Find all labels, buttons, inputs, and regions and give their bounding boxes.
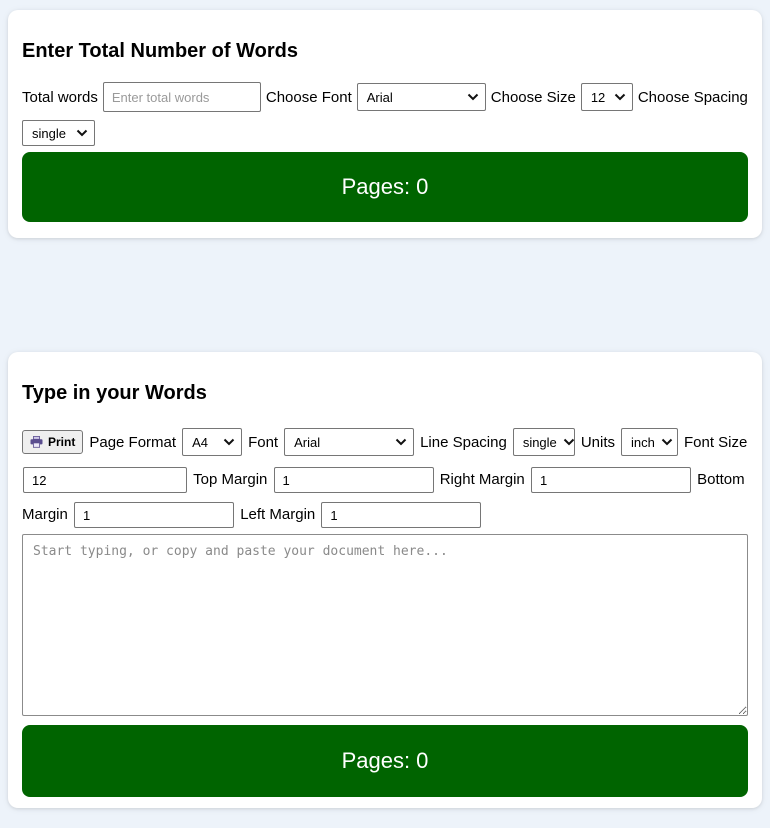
chevron-down-icon <box>467 93 478 101</box>
line-spacing-label: Line Spacing <box>420 433 507 451</box>
line-spacing-select-value: single <box>522 434 557 450</box>
size-select[interactable]: 12 <box>580 83 633 111</box>
pages-result-text: Pages: 0 <box>341 174 429 199</box>
font-select[interactable]: Arial <box>356 83 486 111</box>
type-words-card-title: Type in your Words <box>22 382 207 404</box>
font-size-label: Font Size <box>684 433 748 451</box>
line-spacing-select[interactable]: single <box>512 428 575 456</box>
choose-spacing-label: Choose Spacing <box>637 88 748 106</box>
spacing-select[interactable]: single <box>22 120 95 146</box>
word-count-card-title: Enter Total Number of Words <box>22 40 298 62</box>
page-format-select-value: A4 <box>192 434 208 450</box>
units-select[interactable]: inch <box>621 428 678 456</box>
units-select-value: inch <box>631 434 655 450</box>
choose-size-label: Choose Size <box>490 88 576 106</box>
font-select-value: Arial <box>366 89 393 105</box>
right-margin-input[interactable] <box>530 467 691 494</box>
print-button-label: Print <box>48 435 76 449</box>
type-words-card: Type in your Words Print Page Format A4 … <box>8 352 762 808</box>
bottom-margin-input[interactable] <box>74 502 235 529</box>
chevron-down-icon <box>76 129 88 137</box>
choose-font-label: Choose Font <box>265 88 352 106</box>
printer-icon <box>30 436 43 448</box>
page-format-label: Page Format <box>89 433 177 451</box>
left-margin-label: Left Margin <box>240 506 316 523</box>
pages-result-text: Pages: 0 <box>341 748 429 773</box>
pages-result-banner: Pages: 0 <box>22 725 748 797</box>
left-margin-input[interactable] <box>321 502 482 529</box>
chevron-down-icon <box>614 93 626 101</box>
spacing-select-row: single <box>22 120 748 146</box>
chevron-down-icon <box>563 438 574 446</box>
page-format-select[interactable]: A4 <box>182 428 243 456</box>
total-words-label: Total words <box>22 88 98 106</box>
chevron-down-icon <box>395 438 407 446</box>
font-size-input[interactable] <box>23 467 187 494</box>
document-textarea[interactable] <box>22 534 748 716</box>
chevron-down-icon <box>223 438 235 446</box>
margins-controls-flow: Top Margin Right Margin Bottom Margin Le… <box>22 462 748 532</box>
spacing-select-value: single <box>32 125 66 141</box>
document-settings-row: Print Page Format A4 Font Arial Line Spa… <box>22 428 748 456</box>
document-font-select[interactable]: Arial <box>284 428 415 456</box>
top-margin-label: Top Margin <box>193 471 268 488</box>
pages-result-banner: Pages: 0 <box>22 152 748 222</box>
right-margin-label: Right Margin <box>439 471 525 488</box>
top-margin-input[interactable] <box>273 467 434 494</box>
word-count-controls-row: Total words Choose Font Arial Choose Siz… <box>22 82 748 112</box>
size-select-value: 12 <box>590 89 606 105</box>
font-label: Font <box>248 433 279 451</box>
word-count-calculator-card: Enter Total Number of Words Total words … <box>8 10 762 238</box>
document-font-select-value: Arial <box>294 434 321 450</box>
total-words-input[interactable] <box>102 82 261 112</box>
print-button[interactable]: Print <box>22 430 84 454</box>
chevron-down-icon <box>661 438 673 446</box>
units-label: Units <box>580 433 615 451</box>
